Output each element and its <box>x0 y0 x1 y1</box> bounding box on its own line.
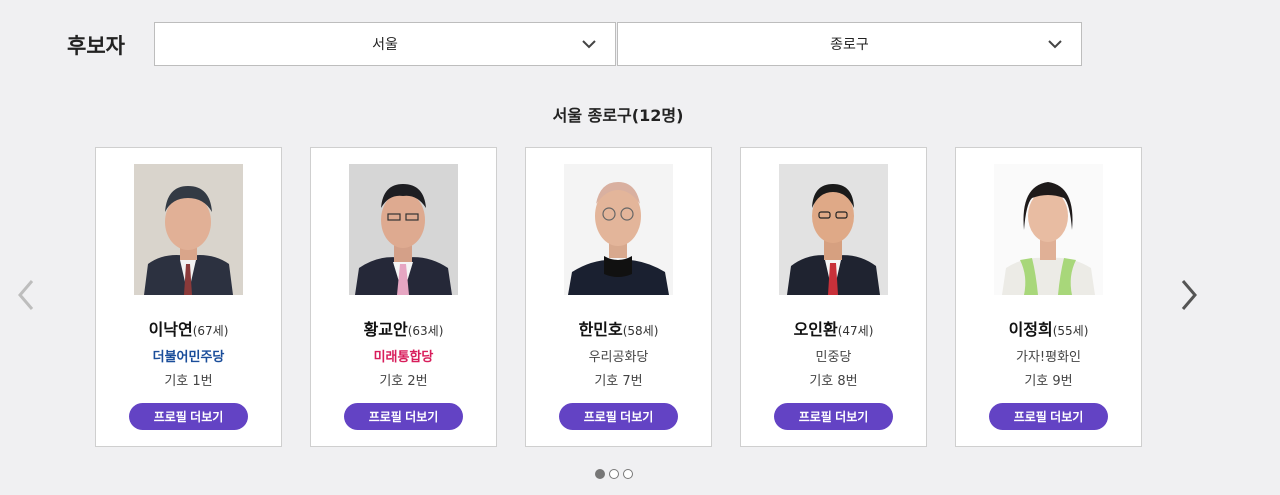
candidate-name-text: 이낙연 <box>148 320 193 339</box>
candidate-card: 황교안(63세) 미래통합당 기호 2번 프로필 더보기 <box>310 147 497 447</box>
candidate-photo <box>994 164 1103 295</box>
candidate-number: 기호 7번 <box>594 374 643 389</box>
candidate-name-text: 한민호 <box>578 320 623 339</box>
candidate-party: 더불어민주당 <box>152 350 225 365</box>
pagination-dot[interactable] <box>595 469 605 479</box>
chevron-left-icon[interactable] <box>14 277 38 313</box>
candidate-age: (67세) <box>192 324 229 338</box>
candidate-name-text: 오인환 <box>793 320 838 339</box>
candidate-number: 기호 8번 <box>809 374 858 389</box>
candidate-age: (47세) <box>837 324 874 338</box>
candidate-card: 이정희(55세) 가자!평화인 기호 9번 프로필 더보기 <box>955 147 1142 447</box>
candidate-age: (63세) <box>407 324 444 338</box>
candidate-party: 우리공화당 <box>588 350 649 365</box>
candidate-number: 기호 9번 <box>1024 374 1073 389</box>
candidate-party: 민중당 <box>815 350 852 365</box>
candidate-name-text: 황교안 <box>363 320 408 339</box>
profile-more-button[interactable]: 프로필 더보기 <box>989 403 1108 430</box>
candidate-card: 이낙연(67세) 더불어민주당 기호 1번 프로필 더보기 <box>95 147 282 447</box>
region-select-value: 서울 <box>372 37 398 53</box>
candidate-name: 이정희(55세) <box>956 316 1141 340</box>
candidate-name: 이낙연(67세) <box>96 316 281 340</box>
candidate-number: 기호 2번 <box>379 374 428 389</box>
candidate-name: 황교안(63세) <box>311 316 496 340</box>
candidate-party: 가자!평화인 <box>1015 350 1081 365</box>
pagination-dot[interactable] <box>623 469 633 479</box>
candidate-photo <box>564 164 673 295</box>
section-title: 서울 종로구(12명) <box>552 106 684 125</box>
profile-more-button[interactable]: 프로필 더보기 <box>774 403 893 430</box>
page-title: 후보자 <box>67 34 125 58</box>
profile-more-button[interactable]: 프로필 더보기 <box>344 403 463 430</box>
profile-more-button[interactable]: 프로필 더보기 <box>559 403 678 430</box>
chevron-down-icon <box>1048 40 1062 49</box>
candidate-photo <box>779 164 888 295</box>
chevron-right-icon[interactable] <box>1177 277 1201 313</box>
candidate-name: 한민호(58세) <box>526 316 711 340</box>
region-select[interactable]: 서울 <box>154 22 616 66</box>
candidate-card: 오인환(47세) 민중당 기호 8번 프로필 더보기 <box>740 147 927 447</box>
candidate-age: (58세) <box>622 324 659 338</box>
profile-more-button[interactable]: 프로필 더보기 <box>129 403 248 430</box>
district-select-value: 종로구 <box>830 37 869 53</box>
candidate-card: 한민호(58세) 우리공화당 기호 7번 프로필 더보기 <box>525 147 712 447</box>
district-select[interactable]: 종로구 <box>617 22 1082 66</box>
candidate-photo <box>134 164 243 295</box>
pagination <box>595 469 633 479</box>
candidate-number: 기호 1번 <box>164 374 213 389</box>
candidate-party: 미래통합당 <box>373 350 434 365</box>
candidate-photo <box>349 164 458 295</box>
candidate-age: (55세) <box>1052 324 1089 338</box>
candidate-name-text: 이정희 <box>1008 320 1053 339</box>
candidate-name: 오인환(47세) <box>741 316 926 340</box>
pagination-dot[interactable] <box>609 469 619 479</box>
chevron-down-icon <box>582 40 596 49</box>
